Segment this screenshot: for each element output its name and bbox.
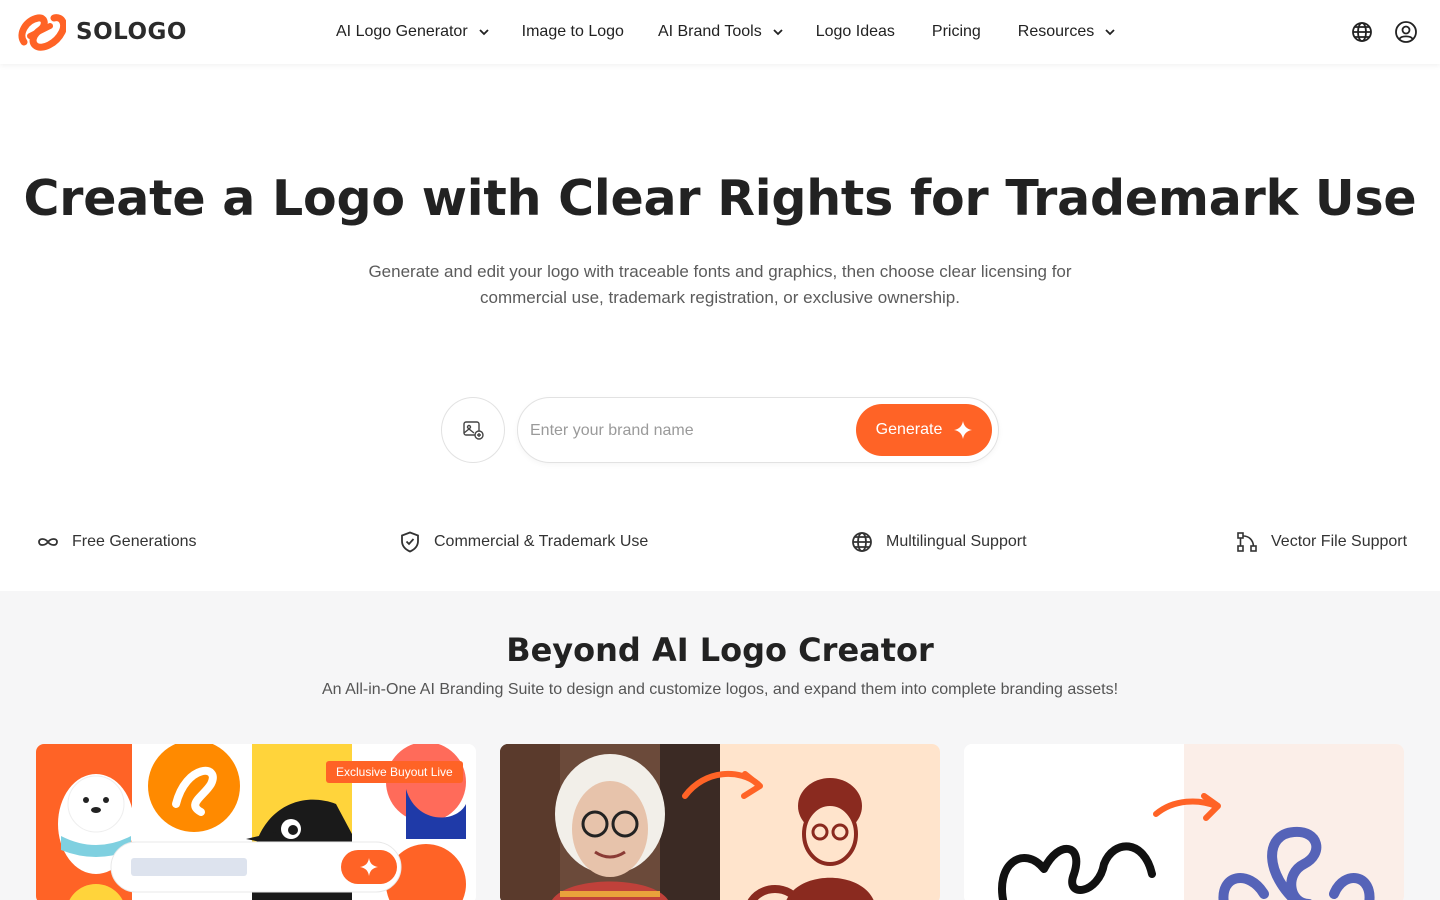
exclusive-buyout-badge: Exclusive Buyout Live xyxy=(326,761,463,783)
feature-card-sketch-to-vector[interactable] xyxy=(964,744,1404,900)
section-subtitle: An All-in-One AI Branding Suite to desig… xyxy=(321,681,1119,698)
nav-resources[interactable]: Resources xyxy=(1018,23,1116,41)
chevron-down-icon xyxy=(479,29,489,36)
shield-check-icon xyxy=(401,531,419,553)
feature-label: Vector File Support xyxy=(1271,533,1408,550)
generate-button[interactable]: Generate xyxy=(856,404,992,456)
chevron-down-icon xyxy=(773,29,783,36)
feature-free-generations: Free Generations xyxy=(36,530,197,554)
feature-label: Free Generations xyxy=(72,533,197,550)
nav-pricing[interactable]: Pricing xyxy=(932,23,981,41)
feature-commercial-trademark: Commercial & Trademark Use xyxy=(398,530,648,554)
nav-logo-ideas[interactable]: Logo Ideas xyxy=(816,23,895,41)
feature-label: Commercial & Trademark Use xyxy=(434,533,649,550)
top-navigation-bar: SOLOGO AI Logo Generator Image to Logo A… xyxy=(0,0,1440,64)
globe-icon xyxy=(852,532,872,552)
feature-card-image-to-logo[interactable] xyxy=(500,744,940,900)
nav-image-to-logo[interactable]: Image to Logo xyxy=(522,23,624,41)
feature-card-logo-generator[interactable]: Exclusive Buyout Live xyxy=(36,744,476,900)
header-actions xyxy=(1350,20,1418,44)
brand-name: SOLOGO xyxy=(76,19,187,45)
infinity-icon xyxy=(38,538,58,546)
nav-ai-brand-tools[interactable]: AI Brand Tools xyxy=(658,23,784,41)
nav-label: AI Logo Generator xyxy=(336,23,468,40)
hero-subtitle: Generate and edit your logo with traceab… xyxy=(368,262,1072,307)
image-upload-icon xyxy=(463,421,484,440)
nav-label: AI Brand Tools xyxy=(657,23,762,40)
feature-multilingual: Multilingual Support xyxy=(850,530,1027,554)
feature-label: Multilingual Support xyxy=(886,533,1027,550)
vector-nodes-icon xyxy=(1237,532,1257,552)
nav-label: Pricing xyxy=(931,23,981,40)
chevron-down-icon xyxy=(1105,29,1115,36)
sologo-logo[interactable]: SOLOGO xyxy=(16,12,187,52)
user-account-icon[interactable] xyxy=(1394,20,1418,44)
sketch-to-vector-illustration xyxy=(964,744,1404,900)
sologo-logo-mark-icon xyxy=(18,14,66,51)
sparkle-icon xyxy=(954,421,973,439)
nav-label: Image to Logo xyxy=(521,23,624,40)
hero-title: Create a Logo with Clear Rights for Trad… xyxy=(23,170,1417,227)
globe-icon[interactable] xyxy=(1350,20,1374,44)
image-to-logo-illustration xyxy=(500,744,940,900)
feature-list: Free Generations Commercial & Trademark … xyxy=(0,530,1440,556)
nav-ai-logo-generator[interactable]: AI Logo Generator xyxy=(336,23,490,41)
brand-name-input[interactable] xyxy=(530,414,850,448)
section-title: Beyond AI Logo Creator xyxy=(506,631,934,669)
feature-vector-files: Vector File Support xyxy=(1235,530,1407,554)
brand-name-search-box: Generate xyxy=(517,397,999,463)
branding-suite-section: Beyond AI Logo Creator An All-in-One AI … xyxy=(0,591,1440,900)
generate-label: Generate xyxy=(875,421,943,438)
nav-label: Logo Ideas xyxy=(815,23,895,40)
upload-image-button[interactable] xyxy=(441,397,505,463)
main-nav: AI Logo Generator Image to Logo AI Brand… xyxy=(336,0,1116,64)
nav-label: Resources xyxy=(1017,23,1095,40)
